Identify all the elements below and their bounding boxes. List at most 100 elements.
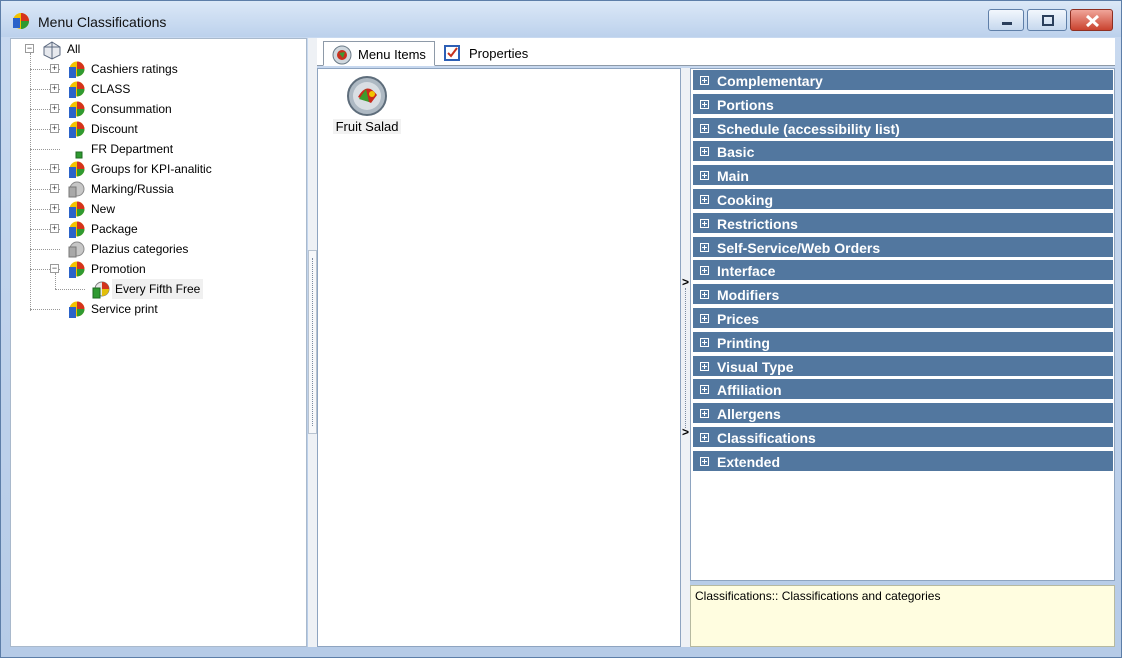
maximize-button[interactable] [1027, 9, 1067, 31]
tree-root[interactable]: − All [15, 39, 215, 60]
tree-item[interactable]: + Package [15, 219, 295, 239]
splitter-dots [685, 288, 686, 428]
tree-item-label: Groups for KPI-analitic [91, 162, 212, 176]
property-category[interactable]: Interface [693, 260, 1113, 283]
property-category[interactable]: Self-Service/Web Orders [693, 236, 1113, 259]
property-category[interactable]: Cooking [693, 189, 1113, 211]
gray-classification-icon [68, 241, 85, 258]
expand-icon[interactable] [700, 361, 709, 371]
expand-icon[interactable] [700, 195, 709, 204]
property-category[interactable]: Extended [693, 450, 1113, 473]
property-category[interactable]: Schedule (accessibility list) [693, 117, 1113, 140]
property-category[interactable]: Basic [693, 141, 1113, 164]
expand-icon[interactable] [700, 99, 709, 109]
tree-root-label: All [67, 42, 81, 56]
close-icon [1085, 14, 1100, 28]
tree-item[interactable]: FR Department [15, 139, 295, 159]
tree-item[interactable]: + Discount [15, 119, 295, 139]
chevron-right-icon[interactable]: > [682, 425, 689, 439]
property-category-label: Visual Type [717, 358, 794, 375]
expand-icon[interactable] [700, 314, 709, 323]
chevron-right-icon[interactable]: > [682, 275, 689, 289]
tree-item[interactable]: + Consummation [15, 99, 295, 119]
vertical-splitter[interactable] [308, 38, 317, 647]
property-category-label: Interface [717, 263, 776, 280]
expand-icon[interactable] [700, 218, 709, 228]
expand-icon[interactable]: + [50, 84, 59, 93]
property-category-label: Extended [717, 453, 781, 470]
collapse-icon[interactable]: − [50, 264, 59, 273]
expand-icon[interactable]: + [50, 64, 59, 73]
properties-splitter[interactable]: > > [681, 68, 690, 647]
expand-icon[interactable] [700, 290, 709, 300]
expand-icon[interactable] [700, 123, 709, 133]
property-category-label: Main [717, 168, 749, 185]
expand-icon[interactable] [700, 76, 709, 85]
property-category[interactable]: Prices [693, 308, 1113, 330]
property-category-label: Prices [717, 311, 760, 327]
tree-item-label: Service print [91, 302, 158, 316]
close-button[interactable] [1070, 9, 1113, 31]
tree-item[interactable]: + New [15, 199, 295, 219]
property-category[interactable]: Portions [693, 93, 1113, 116]
expand-icon[interactable] [700, 171, 709, 181]
splitter-dots [312, 258, 313, 426]
expand-icon[interactable] [700, 147, 709, 157]
property-category[interactable]: Affiliation [693, 379, 1113, 402]
tree-item[interactable]: Every Fifth Free [15, 279, 295, 299]
classification-icon [69, 201, 85, 218]
tree-item[interactable]: Plazius categories [15, 239, 295, 259]
small-square-icon [75, 151, 83, 159]
minimize-button[interactable] [988, 9, 1024, 31]
property-category[interactable]: Visual Type [693, 355, 1113, 378]
tree-item-label: Discount [91, 122, 138, 136]
window-title: Menu Classifications [38, 14, 167, 30]
menu-items-pane[interactable]: Fruit Salad [317, 68, 681, 647]
property-category[interactable]: Main [693, 165, 1113, 188]
menu-item-fruit-salad[interactable]: Fruit Salad [333, 75, 401, 137]
expand-icon[interactable] [700, 337, 709, 347]
properties-icon [444, 45, 460, 61]
tab-menu-items[interactable]: Menu Items [323, 41, 435, 66]
expand-icon[interactable] [700, 242, 709, 252]
property-category[interactable]: Modifiers [693, 284, 1113, 307]
expand-icon[interactable]: + [50, 164, 59, 173]
tree-item[interactable]: + CLASS [15, 79, 295, 99]
expand-icon[interactable]: + [50, 104, 59, 113]
expand-icon[interactable]: + [50, 124, 59, 133]
tree-item[interactable]: + Groups for KPI-analitic [15, 159, 295, 179]
property-grid[interactable]: Complementary Portions Schedule (accessibi… [690, 68, 1115, 581]
property-category-label: Cooking [717, 192, 773, 208]
tab-strip: Menu Items Properties [317, 38, 1115, 66]
property-category[interactable]: Classifications [693, 427, 1113, 449]
tree-item[interactable]: Service print [15, 299, 295, 319]
tree-item-label: Cashiers ratings [91, 62, 178, 76]
expand-icon[interactable] [700, 409, 709, 419]
title-bar[interactable]: Menu Classifications [1, 1, 1121, 37]
expand-icon[interactable] [700, 456, 709, 466]
property-category[interactable]: Allergens [693, 403, 1113, 426]
property-category-label: Basic [717, 144, 755, 161]
collapse-icon[interactable]: − [25, 44, 34, 53]
minimize-icon [1002, 22, 1012, 25]
property-category[interactable]: Complementary [693, 70, 1113, 92]
tree-item[interactable]: − Promotion [15, 259, 295, 279]
tab-properties[interactable]: Properties [435, 41, 535, 66]
property-category[interactable]: Printing [693, 331, 1113, 354]
expand-icon[interactable]: + [50, 224, 59, 233]
tree-item[interactable]: + Marking/Russia [15, 179, 295, 199]
expand-icon[interactable]: + [50, 204, 59, 213]
expand-icon[interactable] [700, 433, 709, 442]
tab-menu-items-label: Menu Items [358, 47, 426, 62]
tree-item-label: CLASS [91, 82, 131, 96]
expand-icon[interactable]: + [50, 184, 59, 193]
classification-tree[interactable]: − All + Cashiers ratings + CLASS + Consummation… [10, 38, 307, 647]
expand-icon[interactable] [700, 385, 709, 395]
property-category-label: Classifications [717, 430, 816, 446]
tree-item-label: New [91, 202, 116, 216]
property-category[interactable]: Restrictions [693, 212, 1113, 235]
tree-item[interactable]: + Cashiers ratings [15, 59, 295, 79]
classification-icon [69, 81, 85, 98]
expand-icon[interactable] [700, 266, 709, 276]
property-description: Classifications:: Classifications and ca… [690, 585, 1115, 647]
